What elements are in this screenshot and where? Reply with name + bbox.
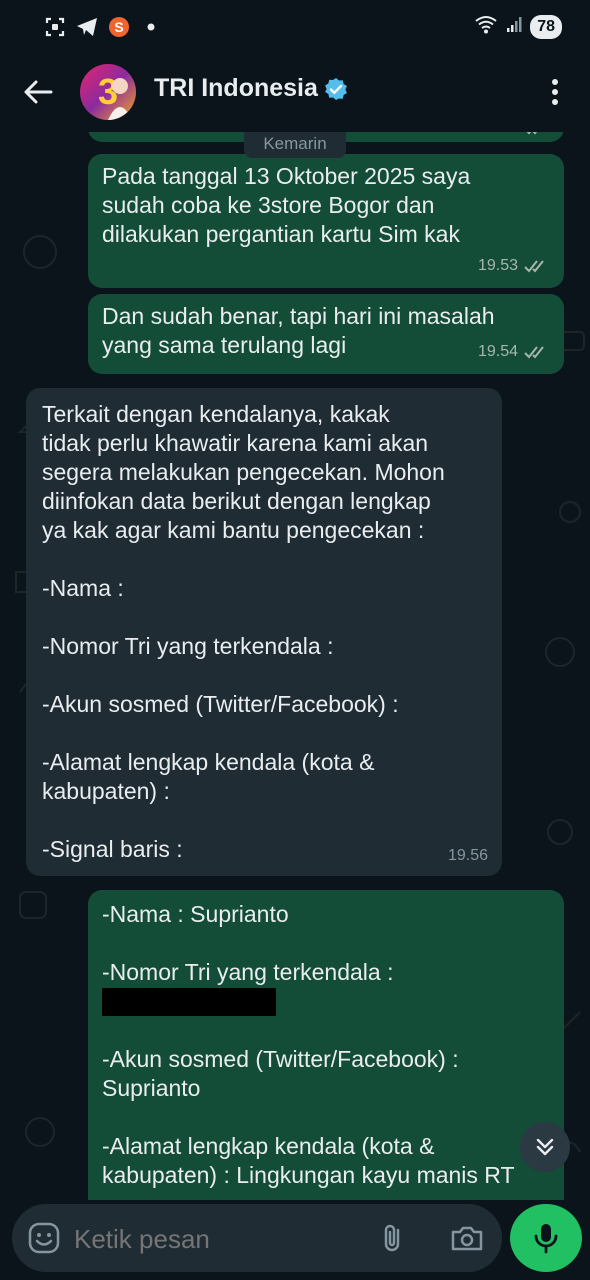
chat-area[interactable]: Kemarin 19.52 Pada tanggal 13 Oktober 20… [0, 132, 590, 1200]
dot-icon [140, 16, 162, 38]
voice-record-button[interactable] [510, 1204, 582, 1272]
message-meta: 19.54 [478, 337, 550, 366]
more-options-button[interactable] [540, 74, 570, 110]
date-chip: Kemarin [244, 132, 346, 158]
message-bubble-outgoing[interactable]: Pada tanggal 13 Oktober 2025 saya sudah … [88, 154, 564, 288]
message-time: 19.53 [477, 257, 518, 274]
back-button[interactable] [20, 74, 56, 110]
double-tick-icon [524, 345, 544, 358]
message-time: 19.52 [478, 132, 518, 142]
chat-header: 3 TRI Indonesia [0, 56, 590, 132]
compose-box[interactable] [12, 1204, 502, 1272]
svg-text:S: S [114, 19, 123, 35]
message-text: Terkait dengan kendalanya, kakak tidak p… [42, 401, 445, 862]
double-tick-icon [527, 132, 537, 134]
composer-bar [0, 1200, 590, 1280]
verified-badge-icon [324, 77, 348, 101]
emoji-icon[interactable] [28, 1222, 60, 1254]
telegram-icon [76, 16, 98, 38]
message-meta: 19.56 [448, 841, 488, 870]
wifi-icon [474, 14, 498, 39]
message-meta: 19.52 [478, 132, 550, 142]
camera-icon[interactable] [450, 1222, 484, 1254]
more-vert-icon [552, 79, 558, 105]
message-text: -Akun sosmed (Twitter/Facebook) : Supria… [102, 1046, 515, 1188]
battery-indicator: 78 [530, 14, 562, 39]
double-tick-icon [524, 259, 544, 272]
contact-name: TRI Indonesia [154, 74, 318, 102]
message-input[interactable] [74, 1224, 374, 1255]
message-meta: 19.53 [478, 251, 550, 280]
message-bubble-incoming[interactable]: Terkait dengan kendalanya, kakak tidak p… [26, 388, 502, 876]
contact-name-row[interactable]: TRI Indonesia [154, 74, 348, 103]
signal-icon [506, 15, 522, 38]
message-bubble-outgoing[interactable]: Dan sudah benar, tapi hari ini masalah y… [88, 294, 564, 374]
attach-icon[interactable] [378, 1222, 410, 1254]
message-time: 19.56 [447, 847, 488, 864]
back-arrow-icon [24, 80, 53, 104]
redacted-block [102, 988, 276, 1016]
mic-icon [534, 1224, 558, 1254]
message-bubble-outgoing[interactable]: -Nama : Suprianto -Nomor Tri yang terken… [88, 890, 564, 1200]
screenshot-icon [44, 16, 66, 38]
message-text: Pada tanggal 13 Oktober 2025 saya sudah … [102, 163, 471, 247]
status-bar: S 78 [0, 0, 590, 56]
message-time: 19.54 [477, 343, 518, 360]
avatar[interactable]: 3 [80, 64, 136, 120]
app-s-icon: S [108, 16, 130, 38]
scroll-down-icon [536, 1138, 554, 1156]
scroll-down-button[interactable] [520, 1122, 570, 1172]
message-text: -Nama : Suprianto -Nomor Tri yang terken… [102, 901, 394, 985]
